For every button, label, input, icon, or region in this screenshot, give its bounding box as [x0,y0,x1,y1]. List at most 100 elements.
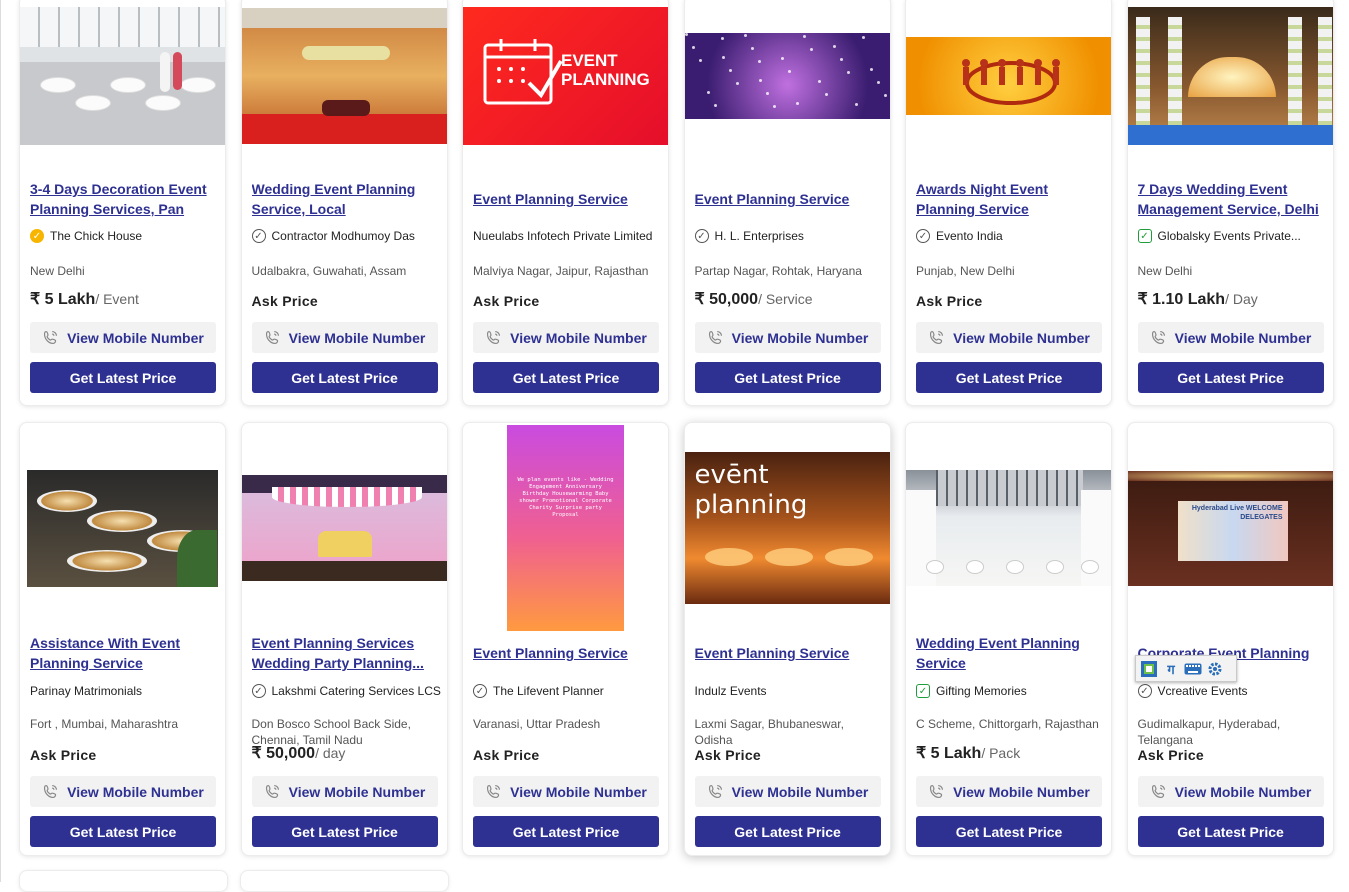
view-mobile-button[interactable]: View Mobile Number [916,776,1102,807]
seller-name[interactable]: Globalsky Events Private... [1158,229,1301,243]
product-image[interactable] [241,423,447,633]
seller-name[interactable]: Contractor Modhumoy Das [272,229,415,243]
product-image[interactable] [1127,0,1333,156]
product-image[interactable]: EVENT PLANNING [463,0,668,156]
seller-row: Parinay Matrimonials [30,684,219,698]
seller-name[interactable]: Indulz Events [695,684,767,698]
product-title-link[interactable]: Event Planning Service [473,189,660,229]
seller-row: ✓ Evento India [916,229,1105,243]
product-title-link[interactable]: Wedding Event Planning Service [916,633,1103,673]
product-image[interactable]: evēnt planning [684,423,890,633]
get-latest-price-button[interactable]: Get Latest Price [251,816,438,847]
get-latest-price-label: Get Latest Price [1177,369,1284,386]
view-mobile-button[interactable]: View Mobile Number [1137,776,1324,807]
seller-row: ✓ The Lifevent Planner [473,684,662,698]
view-mobile-button[interactable]: View Mobile Number [251,776,438,807]
verified-badge-icon: ✓ [916,684,930,698]
product-title-link[interactable]: Wedding Event Planning Service, Local [252,179,439,219]
input-tools-toolbar[interactable]: ग [1135,655,1237,682]
product-title-link[interactable]: 7 Days Wedding Event Management Service,… [1138,179,1325,219]
seller-name[interactable]: Evento India [936,229,1003,243]
product-title-link[interactable]: Event Planning Service [695,643,882,683]
product-card[interactable]: EVENT PLANNING Event Planning Service Nueu… [462,0,669,406]
product-card[interactable]: 3-4 Days Decoration Event Planning Servi… [19,0,226,406]
product-card[interactable]: Event Planning Service ✓ H. L. Enterprises… [683,0,891,406]
phone-icon [708,330,722,345]
seller-name[interactable]: Lakshmi Catering Services LCS [272,684,441,698]
product-image[interactable] [20,423,225,633]
view-mobile-button[interactable]: View Mobile Number [916,322,1102,353]
view-mobile-button[interactable]: View Mobile Number [694,322,881,353]
product-image[interactable] [241,0,447,156]
get-latest-price-label: Get Latest Price [734,823,841,840]
seller-name[interactable]: The Chick House [50,229,142,243]
price-value: Ask Price [251,293,319,309]
view-mobile-button[interactable]: View Mobile Number [251,322,438,353]
product-image[interactable]: We plan events like - Wedding Engagement… [463,423,668,633]
view-mobile-label: View Mobile Number [731,783,869,800]
get-latest-price-label: Get Latest Price [69,369,177,386]
get-latest-price-button[interactable]: Get Latest Price [30,816,216,847]
product-image[interactable] [20,0,225,156]
get-latest-price-button[interactable]: Get Latest Price [1137,362,1324,393]
seller-location: Udalbakra, Guwahati, Assam [251,264,407,278]
get-latest-price-button[interactable]: Get Latest Price [30,362,216,393]
product-card[interactable]: Hyderabad Live WELCOME DELEGATES Corporat… [1126,422,1334,856]
product-title-link[interactable]: Awards Night Event Planning Service [916,179,1103,219]
seller-name[interactable]: Vcreative Events [1158,684,1248,698]
product-image[interactable] [906,423,1111,633]
product-image[interactable] [684,0,890,156]
image-text: Hyderabad Live WELCOME DELEGATES [1191,504,1283,521]
product-title-link[interactable]: Event Planning Services Wedding Party Pl… [252,633,439,673]
product-title-link[interactable]: Assistance With Event Planning Service [30,633,217,673]
product-title-link[interactable]: Event Planning Service [473,643,660,683]
get-latest-price-button[interactable]: Get Latest Price [1137,816,1324,847]
product-image[interactable] [906,0,1111,156]
phone-icon [930,330,944,345]
product-card[interactable]: We plan events like - Wedding Engagement… [462,422,669,856]
product-card[interactable]: Wedding Event Planning Service ✓ Gifting M… [905,422,1112,856]
get-latest-price-button[interactable]: Get Latest Price [694,816,881,847]
view-mobile-button[interactable]: View Mobile Number [473,776,659,807]
get-latest-price-button[interactable]: Get Latest Price [916,816,1102,847]
view-mobile-button[interactable]: View Mobile Number [30,322,216,353]
price: ₹ 5 Lakh/ Event [30,289,139,309]
view-mobile-button[interactable]: View Mobile Number [473,322,659,353]
product-image[interactable]: Hyderabad Live WELCOME DELEGATES [1127,423,1333,633]
hindi-g-icon[interactable]: ग [1162,660,1180,678]
next-row-card [240,870,449,892]
seller-name[interactable]: H. L. Enterprises [715,229,804,243]
phone-icon [487,784,501,799]
view-mobile-button[interactable]: View Mobile Number [30,776,216,807]
settings-icon[interactable] [1206,660,1224,678]
translate-icon[interactable] [1140,660,1158,678]
get-latest-price-button[interactable]: Get Latest Price [694,362,881,393]
product-card[interactable]: Wedding Event Planning Service, Local ✓ Co… [240,0,448,406]
product-grid: 3-4 Days Decoration Event Planning Servi… [19,0,1334,856]
seller-name[interactable]: Gifting Memories [936,684,1027,698]
seller-location: Malviya Nagar, Jaipur, Rajasthan [473,264,649,278]
price: Ask Price [473,747,540,763]
keyboard-icon[interactable] [1184,660,1202,678]
product-card[interactable]: Assistance With Event Planning Service Pa… [19,422,226,856]
price: ₹ 5 Lakh/ Pack [916,743,1020,763]
get-latest-price-label: Get Latest Price [734,369,841,386]
product-card[interactable]: Awards Night Event Planning Service ✓ Even… [905,0,1112,406]
product-title-link[interactable]: 3-4 Days Decoration Event Planning Servi… [30,179,217,219]
product-card[interactable]: evēnt planning Event Planning Service Indu… [683,422,891,856]
view-mobile-button[interactable]: View Mobile Number [1137,322,1324,353]
get-latest-price-label: Get Latest Price [512,823,620,840]
seller-name[interactable]: Nueulabs Infotech Private Limited [473,229,652,243]
product-title-link[interactable]: Event Planning Service [695,189,882,229]
get-latest-price-button[interactable]: Get Latest Price [473,816,659,847]
product-card[interactable]: 7 Days Wedding Event Management Service,… [1126,0,1334,406]
seller-name[interactable]: The Lifevent Planner [493,684,604,698]
get-latest-price-button[interactable]: Get Latest Price [916,362,1102,393]
price-value: Ask Price [473,747,540,763]
seller-name[interactable]: Parinay Matrimonials [30,684,142,698]
get-latest-price-button[interactable]: Get Latest Price [473,362,659,393]
seller-row: ✓ The Chick House [30,229,219,243]
view-mobile-button[interactable]: View Mobile Number [694,776,881,807]
product-card[interactable]: Event Planning Services Wedding Party Pl… [240,422,448,856]
get-latest-price-button[interactable]: Get Latest Price [251,362,438,393]
